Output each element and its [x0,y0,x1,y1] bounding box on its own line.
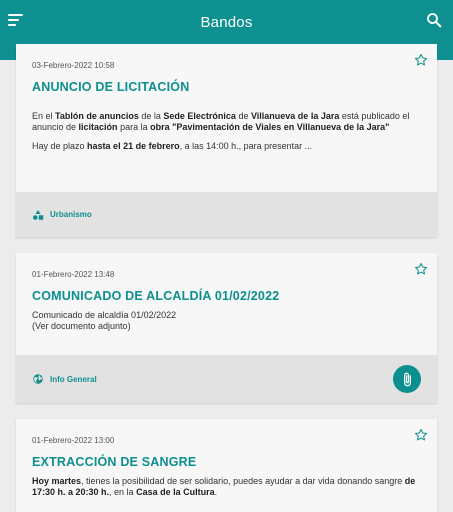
emphasis-text: Sede Electrónica [163,111,236,121]
emphasis-text: Casa de la Cultura [136,487,215,497]
body-text: para la [117,122,151,132]
star-outline-icon[interactable] [414,428,428,442]
bando-date: 01-Febrero-2022 13:48 [32,270,115,279]
bando-title[interactable]: ANUNCIO DE LICITACIÓN [32,80,189,94]
star-outline-icon[interactable] [414,262,428,276]
body-text: de [235,111,251,121]
category-tag[interactable]: Info General [32,373,97,385]
body-text: de la [138,111,164,121]
body-paragraph: Hay de plazo hasta el 21 de febrero, a l… [32,141,419,152]
page-title: Bandos [200,13,253,31]
bando-body: Hoy martes, tienes la posibilidad de ser… [32,476,419,506]
bando-card[interactable]: 01-Febrero-2022 13:00 EXTRACCIÓN DE SANG… [16,419,437,512]
globe-icon [33,374,43,384]
body-text: . [214,487,218,497]
bando-footer: Info General [16,355,437,403]
emphasis-text: Tablón de anuncios [55,111,139,121]
app-bar: Bandos [0,0,453,44]
category-label: Urbanismo [50,210,92,219]
category-tag[interactable]: Urbanismo [32,209,92,221]
search-icon[interactable] [425,11,443,29]
bando-date: 01-Febrero-2022 13:00 [32,436,115,445]
body-paragraph: Hoy martes, tienes la posibilidad de ser… [32,476,419,498]
emphasis-text: Villanueva de la Jara [250,111,340,121]
bando-body: En el Tablón de anuncios de la Sede Elec… [32,111,419,160]
emphasis-text: hasta el 21 de febrero [87,141,180,151]
bando-title[interactable]: EXTRACCIÓN DE SANGRE [32,455,196,469]
body-text: , a las 14:00 h., para presentar ... [179,141,313,151]
bando-card[interactable]: 01-Febrero-2022 13:48 COMUNICADO DE ALCA… [16,253,437,403]
body-text: , en la [109,487,137,497]
bando-card[interactable]: 03-Febrero-2022 10:58 ANUNCIO DE LICITAC… [16,44,437,237]
shapes-icon [33,209,44,220]
emphasis-text: obra [150,122,170,132]
bando-title[interactable]: COMUNICADO DE ALCALDÍA 01/02/2022 [32,289,279,303]
star-outline-icon[interactable] [414,53,428,67]
menu-icon[interactable] [8,11,26,29]
body-text: Hay de plazo [32,141,88,151]
paperclip-icon [403,372,411,386]
body-text: En el [32,111,56,121]
emphasis-text: Hoy martes [32,476,82,486]
bando-date: 03-Febrero-2022 10:58 [32,61,115,70]
emphasis-text: "Pavimentación de Viales en Villanueva d… [172,122,390,132]
bando-body: Comunicado de alcaldía 01/02/2022 (Ver d… [32,310,419,332]
attachment-button[interactable] [393,365,421,393]
body-text: , tienes la posibilidad de ser solidario… [81,476,405,486]
category-label: Info General [50,374,97,384]
emphasis-text: licitación [78,122,118,132]
body-line: (Ver documento adjunto) [32,321,131,331]
bando-footer: Urbanismo [16,192,437,237]
body-paragraph: En el Tablón de anuncios de la Sede Elec… [32,111,419,133]
body-line: Comunicado de alcaldía 01/02/2022 [32,310,177,320]
